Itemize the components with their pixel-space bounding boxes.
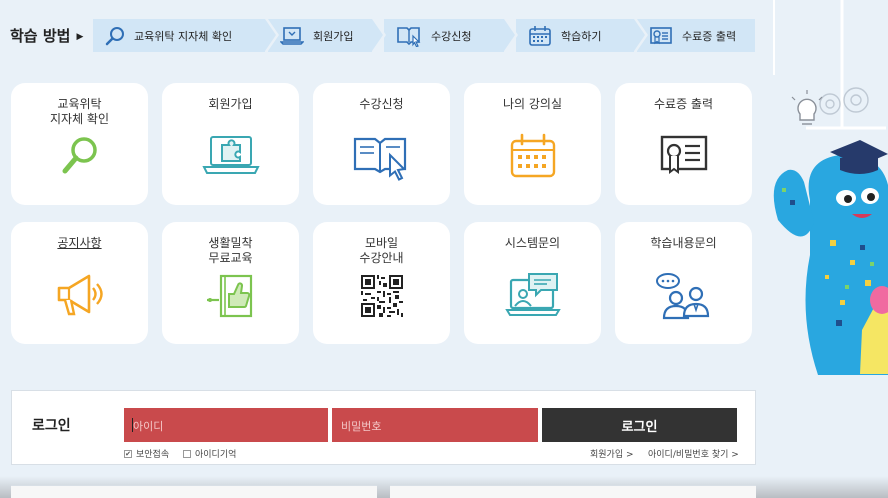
step-study[interactable]: 학습하기 (516, 19, 648, 52)
password-input[interactable]: 비밀번호 (332, 408, 538, 442)
card-learning-inquiry[interactable]: 학습내용문의 (615, 222, 752, 344)
card-enroll[interactable]: 수강신청 (313, 83, 450, 205)
card-label: 나의 강의실 (502, 97, 562, 111)
thumbs-up-book-icon (206, 274, 252, 318)
card-my-classroom[interactable]: 나의 강의실 (464, 83, 601, 205)
bottom-panel-left (11, 485, 377, 498)
step-label: 회원가입 (313, 29, 354, 43)
step-label: 교육위탁 지자체 확인 (134, 29, 233, 43)
card-label: 학습내용문의 (650, 236, 717, 250)
people-chat-icon (655, 273, 709, 320)
qr-code-icon (360, 275, 403, 317)
search-icon (105, 26, 124, 45)
step-label: 수료증 출력 (682, 29, 737, 43)
card-label: 수료증 출력 (653, 97, 713, 111)
card-label: 모바일 수강안내 (359, 236, 404, 265)
laptop-icon (280, 26, 304, 45)
login-title: 로그인 (32, 418, 71, 434)
card-label: 수강신청 (359, 97, 404, 111)
search-icon (62, 137, 97, 174)
card-mobile-guide[interactable]: 모바일 수강안내 (313, 222, 450, 344)
remember-id-checkbox[interactable] (183, 449, 191, 458)
calendar-icon (510, 133, 555, 178)
mascot-illustration (770, 0, 888, 378)
card-notice[interactable]: 공지사항 (11, 222, 148, 344)
card-free-education[interactable]: 생활밀착 무료교육 (162, 222, 299, 344)
secure-login-label: 보안접속 (136, 450, 170, 460)
find-account-link[interactable]: 아이디/비밀번호 찾기 > (648, 447, 739, 460)
step-enroll[interactable]: 수강신청 (384, 19, 518, 52)
remember-id-label: 아이디기억 (195, 450, 237, 460)
step-signup[interactable]: 회원가입 (268, 19, 386, 52)
bottom-panel-right (390, 485, 756, 498)
card-municipality-check[interactable]: 교육위탁 지자체 확인 (11, 83, 148, 205)
card-label: 시스템문의 (504, 236, 561, 250)
calendar-icon (529, 25, 551, 46)
certificate-icon (660, 135, 707, 174)
card-label: 회원가입 (208, 97, 253, 111)
user-id-input[interactable]: 아이디 (124, 408, 328, 442)
secure-login-checkbox[interactable]: ✔ (124, 449, 132, 458)
step-municipality-check[interactable]: 교육위탁 지자체 확인 (93, 19, 279, 52)
step-certificate[interactable]: 수료증 출력 (637, 19, 755, 52)
card-label: 공지사항 (57, 236, 102, 250)
card-system-inquiry[interactable]: 시스템문의 (464, 222, 601, 344)
login-panel: 로그인 아이디 비밀번호 로그인 ✔ 보안접속 아이디기억 회원가입 > 아이디… (11, 390, 756, 465)
step-label: 학습하기 (561, 29, 602, 43)
mascot-character-image (770, 0, 888, 378)
secure-login-option[interactable]: ✔ 보안접속 (124, 447, 169, 460)
login-button[interactable]: 로그인 (542, 408, 737, 442)
steps-title: 학습 방법 ▶ (10, 27, 84, 45)
card-certificate[interactable]: 수료증 출력 (615, 83, 752, 205)
signup-link[interactable]: 회원가입 > (590, 447, 634, 460)
computer-chat-icon (504, 273, 561, 316)
book-cursor-icon (397, 26, 421, 47)
remember-id-option[interactable]: 아이디기억 (183, 447, 236, 460)
card-signup[interactable]: 회원가입 (162, 83, 299, 205)
learning-steps-bar: 학습 방법 ▶ 교육위탁 지자체 확인 회원가입 수강신청 학습하기 수료증 출력 (0, 0, 770, 75)
card-label: 생활밀착 무료교육 (208, 236, 253, 265)
laptop-puzzle-icon (201, 136, 260, 174)
card-label: 교육위탁 지자체 확인 (49, 97, 109, 126)
book-cursor-icon (353, 137, 406, 181)
megaphone-icon (57, 274, 103, 316)
step-label: 수강신청 (431, 29, 472, 43)
certificate-icon (650, 26, 672, 44)
triangle-right-icon: ▶ (76, 32, 84, 42)
